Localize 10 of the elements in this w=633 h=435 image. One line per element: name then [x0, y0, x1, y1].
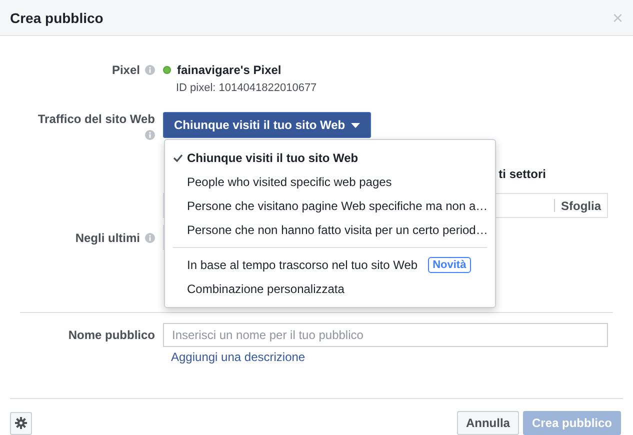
- field-label: Nome pubblico: [68, 328, 155, 342]
- menu-item-label: In base al tempo trascorso nel tuo sito Web: [187, 258, 418, 272]
- new-badge: Novità: [428, 257, 472, 273]
- dialog-title: Crea pubblico: [10, 10, 104, 26]
- section-heading: ti settori: [498, 167, 546, 181]
- pixel-id: ID pixel: 1014041822010677: [176, 82, 318, 94]
- field-label: Pixel: [112, 63, 140, 77]
- field-label: Traffico del sito Web: [38, 112, 155, 126]
- field-label: Negli ultimi: [75, 230, 140, 244]
- pixel-name: fainavigare's Pixel: [177, 63, 282, 77]
